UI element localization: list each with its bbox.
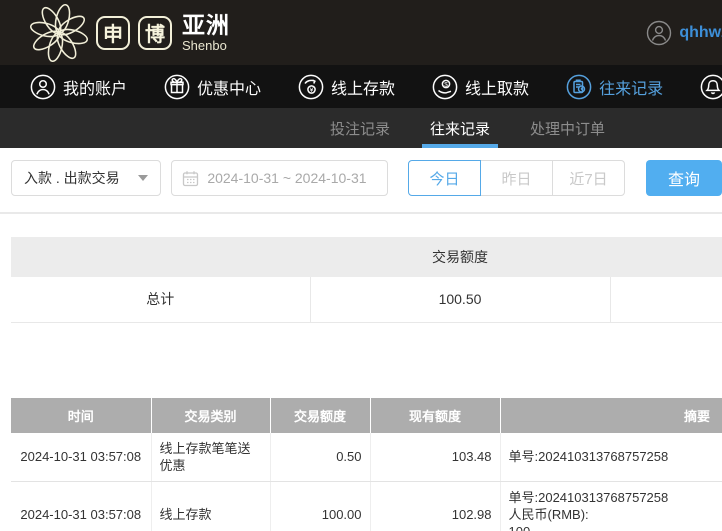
bell-icon: [700, 74, 722, 100]
summary-header-amount: 交易额度: [310, 237, 610, 277]
nav-item-transaction-records[interactable]: 往来记录: [566, 74, 663, 100]
brand-logo[interactable]: 申 博 亚洲 Shenbo: [30, 4, 230, 62]
summary-header-row: 交易额度: [11, 237, 722, 277]
quick-date-group: 今日 昨日 近7日: [408, 160, 625, 196]
cell-balance: 102.98: [370, 481, 500, 531]
gift-icon: [164, 74, 190, 100]
table-row: 2024-10-31 03:57:08 线上存款笔笔送优惠 0.50 103.4…: [11, 433, 722, 482]
search-button[interactable]: 查询: [646, 160, 722, 196]
svg-text:$: $: [444, 81, 448, 88]
col-header-type: 交易类别: [151, 398, 270, 433]
nav-item-label: 往来记录: [599, 75, 663, 99]
last-7-days-button[interactable]: 近7日: [552, 160, 625, 196]
cell-summary: 单号:202410313768757258 人民币(RMB): 100: [500, 481, 722, 531]
username-text[interactable]: qhhw2: [679, 24, 722, 42]
today-button[interactable]: 今日: [408, 160, 481, 196]
calendar-icon: [182, 170, 199, 187]
transactions-table: 时间 交易类别 交易额度 现有额度 摘要 2024-10-31 03:57:08…: [11, 398, 722, 531]
date-range-value: 2024-10-31 ~ 2024-10-31: [207, 170, 366, 186]
brand-header: 申 博 亚洲 Shenbo qhhw2: [0, 0, 722, 65]
deposit-icon: ¥: [298, 74, 324, 100]
nav-item-label: 线上取款: [465, 75, 529, 99]
cell-amount: 0.50: [270, 433, 370, 482]
records-icon: [566, 74, 592, 100]
table-row: 2024-10-31 03:57:08 线上存款 100.00 102.98 单…: [11, 481, 722, 531]
flower-logo-icon: [30, 4, 88, 62]
col-header-amount: 交易额度: [270, 398, 370, 433]
transactions-header-row: 时间 交易类别 交易额度 现有额度 摘要: [11, 398, 722, 433]
col-header-balance: 现有额度: [370, 398, 500, 433]
nav-item-label: 我的账户: [63, 75, 127, 99]
nav-item-label: 线上存款: [331, 75, 395, 99]
user-icon: [30, 74, 56, 100]
brand-region-text: 亚洲: [182, 14, 230, 37]
cell-amount: 100.00: [270, 481, 370, 531]
nav-item-promotions[interactable]: 优惠中心: [164, 74, 261, 100]
summary-empty-cell: [610, 277, 722, 322]
summary-total-value: 100.50: [310, 277, 610, 322]
transaction-type-select[interactable]: 入款 . 出款交易: [11, 160, 161, 196]
cell-type: 线上存款: [151, 481, 270, 531]
tab-transaction-records[interactable]: 往来记录: [422, 108, 498, 148]
nav-item-label: 优惠中心: [197, 75, 261, 99]
tab-betting-records[interactable]: 投注记录: [322, 108, 398, 148]
cell-summary: 单号:202410313768757258: [500, 433, 722, 482]
nav-item-messages[interactable]: 信息: [700, 74, 722, 100]
cell-type: 线上存款笔笔送优惠: [151, 433, 270, 482]
summary-header-empty: [11, 237, 310, 277]
tab-pending-orders[interactable]: 处理中订单: [522, 108, 613, 148]
records-subnav: 投注记录 往来记录 处理中订单: [0, 108, 722, 148]
section-divider: [0, 212, 722, 214]
cell-time: 2024-10-31 03:57:08: [11, 433, 151, 482]
date-range-input[interactable]: 2024-10-31 ~ 2024-10-31: [171, 160, 388, 196]
chevron-down-icon: [138, 175, 148, 181]
brand-latin-text: Shenbo: [182, 39, 230, 52]
brand-char-box: 申: [96, 16, 130, 50]
svg-text:¥: ¥: [310, 87, 314, 94]
filter-bar: 入款 . 出款交易 2024-10-31 ~ 2024-10-31 今日 昨日 …: [11, 160, 722, 196]
user-account-area[interactable]: qhhw2: [646, 0, 722, 65]
nav-item-online-deposit[interactable]: ¥ 线上存款: [298, 74, 395, 100]
cell-time: 2024-10-31 03:57:08: [11, 481, 151, 531]
nav-item-my-account[interactable]: 我的账户: [30, 74, 127, 100]
main-navigation: 我的账户 优惠中心 ¥ 线上存款 $ 线上取款: [0, 65, 722, 108]
summary-header-empty: [610, 237, 722, 277]
yesterday-button[interactable]: 昨日: [480, 160, 553, 196]
transaction-type-value: 入款 . 出款交易: [24, 168, 120, 188]
withdraw-icon: $: [432, 74, 458, 100]
summary-total-label: 总计: [11, 277, 310, 322]
nav-item-online-withdrawal[interactable]: $ 线上取款: [432, 74, 529, 100]
summary-table: 交易额度 总计 100.50: [11, 237, 722, 323]
cell-balance: 103.48: [370, 433, 500, 482]
summary-total-row: 总计 100.50: [11, 277, 722, 322]
col-header-time: 时间: [11, 398, 151, 433]
avatar-icon: [646, 20, 672, 46]
col-header-summary: 摘要: [500, 398, 722, 433]
brand-char-box: 博: [138, 16, 172, 50]
